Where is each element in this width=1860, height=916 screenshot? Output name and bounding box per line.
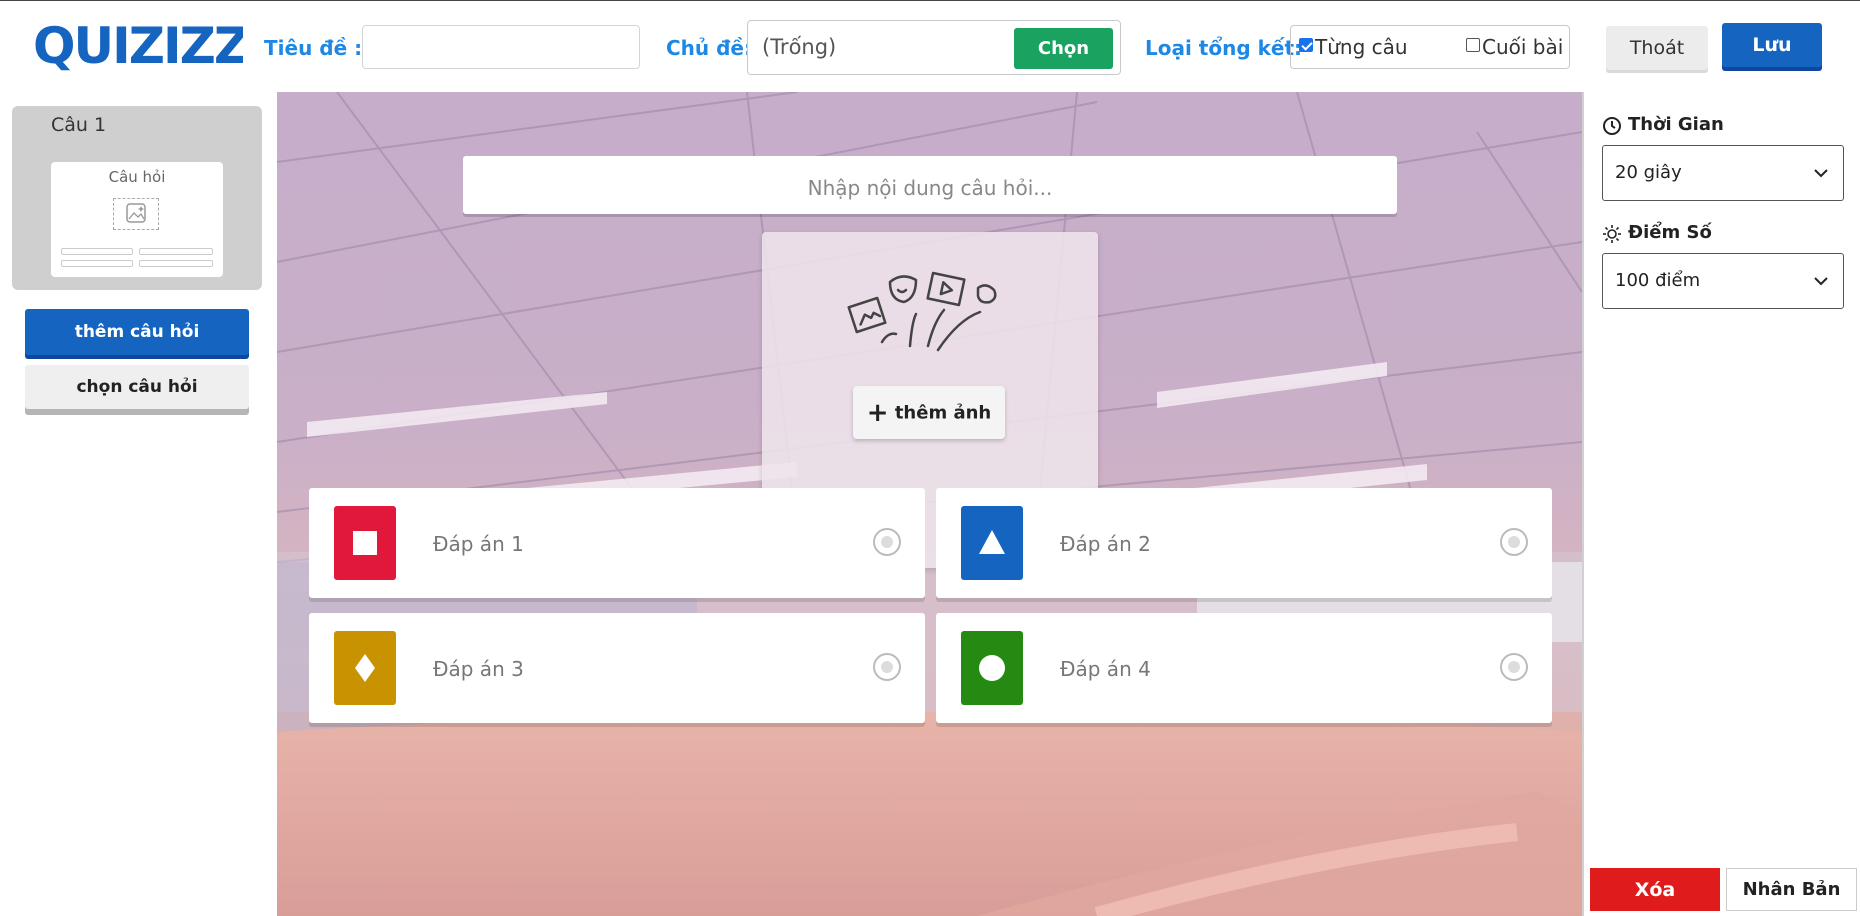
answer-option-1[interactable]: Đáp án 1 [309, 488, 925, 598]
answer-4-color [961, 631, 1023, 705]
answer-1-text[interactable]: Đáp án 1 [433, 532, 524, 556]
topic-field: (Trống) Chọn [747, 20, 1121, 75]
title-input[interactable] [362, 25, 640, 69]
save-button[interactable]: Lưu [1722, 23, 1822, 67]
time-select[interactable]: 20 giây [1602, 145, 1844, 201]
add-image-label: thêm ảnh [894, 402, 992, 423]
summary-type-label: Loại tổng kết: [1145, 36, 1303, 60]
question-editor-canvas: + thêm ảnh Đáp án 1 Đáp án 2 Đáp án 3 Đá… [277, 92, 1582, 916]
clock-icon [1603, 117, 1621, 135]
points-value: 100 điểm [1615, 270, 1701, 291]
exit-button[interactable]: Thoát [1606, 26, 1708, 70]
per-question-checkbox[interactable] [1299, 38, 1313, 52]
duplicate-question-button[interactable]: Nhân Bản [1726, 868, 1857, 911]
plus-icon: + [866, 397, 889, 428]
end-of-quiz-checkbox[interactable] [1466, 38, 1480, 52]
points-select[interactable]: 100 điểm [1602, 253, 1844, 309]
answer-thumb-2 [139, 248, 213, 255]
question-thumbnail: Câu hỏi [51, 162, 223, 277]
answer-option-3[interactable]: Đáp án 3 [309, 613, 925, 723]
question-card-title: Câu 1 [51, 114, 107, 136]
per-question-label: Từng câu [1315, 35, 1408, 59]
time-value: 20 giây [1615, 162, 1682, 183]
quizizz-logo: QUIZIZZ [33, 19, 243, 75]
points-label: Điểm Số [1628, 222, 1712, 243]
sun-icon [1603, 225, 1621, 243]
title-label: Tiêu đề : [264, 36, 363, 60]
diamond-icon [355, 654, 375, 682]
question-settings-panel: Thời Gian 20 giây Điểm Số 100 điểm Xóa N… [1582, 92, 1860, 916]
question-thumbnail-label: Câu hỏi [108, 168, 166, 186]
delete-question-button[interactable]: Xóa [1590, 868, 1720, 911]
choose-topic-button[interactable]: Chọn [1014, 28, 1113, 69]
answer-thumb-4 [139, 260, 213, 267]
square-icon [353, 531, 377, 555]
answer-2-correct-radio[interactable] [1500, 528, 1528, 556]
question-card[interactable]: Câu 1 Câu hỏi [12, 106, 262, 290]
answer-thumb-3 [61, 260, 133, 267]
answer-1-correct-radio[interactable] [873, 528, 901, 556]
add-question-button[interactable]: thêm câu hỏi [25, 309, 249, 355]
answer-4-correct-radio[interactable] [1500, 653, 1528, 681]
media-types-icon [847, 271, 997, 352]
add-image-button[interactable]: + thêm ảnh [853, 386, 1005, 439]
top-bar: QUIZIZZ Tiêu đề : Chủ đề: (Trống) Chọn L… [0, 0, 1860, 94]
choose-question-button[interactable]: chọn câu hỏi [25, 365, 249, 409]
answer-2-text[interactable]: Đáp án 2 [1060, 532, 1151, 556]
chevron-down-icon [1814, 277, 1828, 286]
answer-option-2[interactable]: Đáp án 2 [936, 488, 1552, 598]
answer-3-correct-radio[interactable] [873, 653, 901, 681]
answer-3-color [334, 631, 396, 705]
time-label: Thời Gian [1628, 114, 1724, 135]
answer-2-color [961, 506, 1023, 580]
chevron-down-icon [1814, 169, 1828, 178]
summary-type-group: Từng câu Cuối bài [1290, 25, 1570, 69]
answer-4-text[interactable]: Đáp án 4 [1060, 657, 1151, 681]
triangle-icon [979, 530, 1005, 554]
svg-text:QUIZIZZ: QUIZIZZ [33, 19, 243, 75]
image-placeholder-icon [113, 198, 159, 230]
topic-label: Chủ đề: [666, 36, 752, 60]
question-list-sidebar: Câu 1 Câu hỏi thêm câu hỏi chọn câu hỏi [0, 92, 277, 916]
answer-thumb-1 [61, 248, 133, 255]
circle-icon [979, 655, 1005, 681]
answer-3-text[interactable]: Đáp án 3 [433, 657, 524, 681]
end-of-quiz-label: Cuối bài [1482, 35, 1564, 59]
question-text-input[interactable] [463, 156, 1397, 214]
topic-value: (Trống) [762, 35, 837, 59]
answer-1-color [334, 506, 396, 580]
answer-option-4[interactable]: Đáp án 4 [936, 613, 1552, 723]
